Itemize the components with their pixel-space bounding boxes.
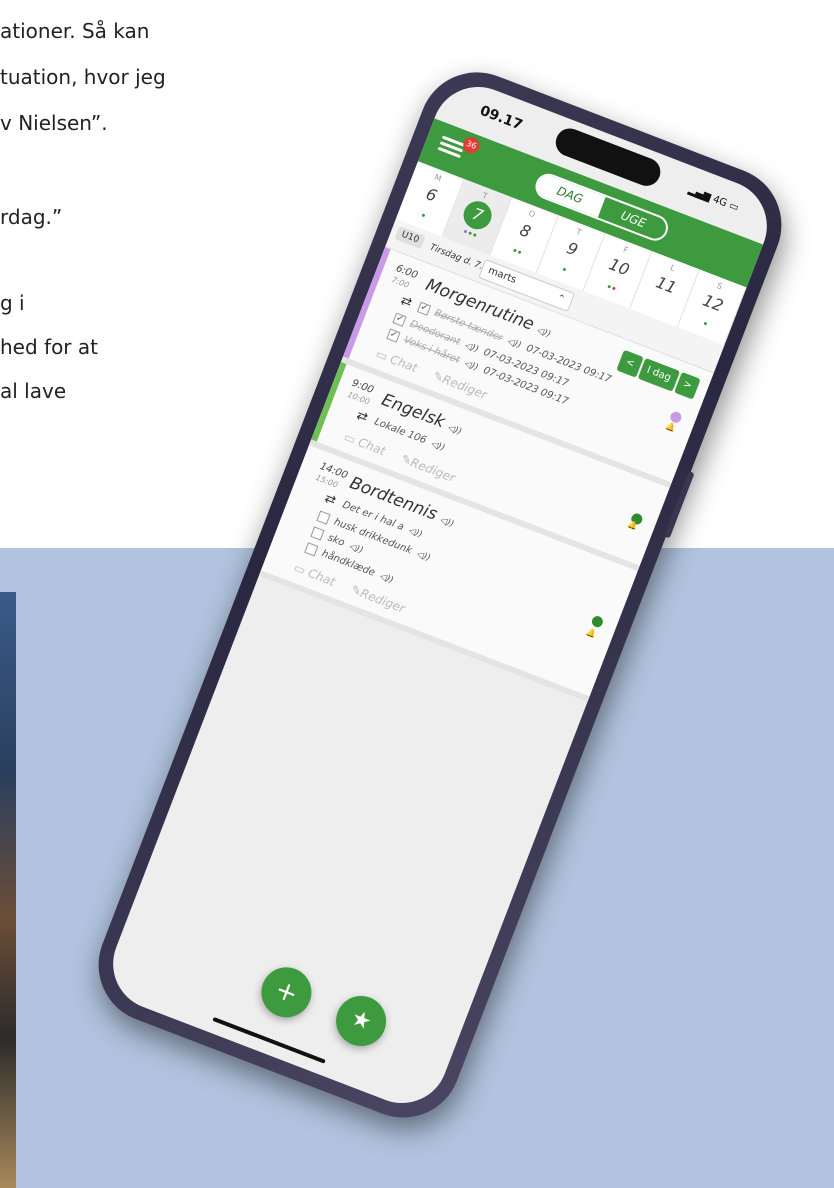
bg-line: rdag.” [0, 205, 63, 229]
event-dot [468, 231, 473, 236]
event-dot [611, 286, 616, 291]
signal-indicator: ▂▄▆ 4G ▭ [686, 184, 741, 214]
repeat-icon: ⇄ [398, 292, 415, 311]
event-dot [607, 284, 611, 289]
event-dot [703, 321, 708, 326]
speaker-icon[interactable]: ◁)) [446, 423, 463, 437]
item-checkbox[interactable] [310, 526, 325, 541]
speaker-icon[interactable]: ◁)) [535, 326, 552, 340]
item-checkbox[interactable]: ✓ [416, 301, 432, 316]
bg-line: g i [0, 291, 25, 315]
item-checkbox[interactable] [316, 510, 331, 525]
repeat-icon: ⇄ [354, 407, 370, 426]
speaker-icon[interactable]: ◁)) [348, 541, 365, 555]
event-dot [421, 213, 426, 218]
notification-badge: 36 [460, 134, 482, 156]
item-checkbox[interactable]: ✓ [392, 312, 407, 327]
item-checkbox[interactable] [304, 542, 319, 557]
speaker-icon[interactable]: ◁)) [378, 571, 395, 585]
add-button[interactable]: + [254, 960, 319, 1025]
chat-label: Chat [356, 435, 388, 459]
speaker-icon[interactable]: ◁)) [439, 515, 456, 529]
status-time: 09.17 [477, 102, 525, 134]
edit-label: Rediger [440, 372, 490, 402]
event-times: 6:00 7:00 [390, 263, 419, 293]
chat-button[interactable]: ▭ Chat [292, 560, 337, 589]
chat-label: Chat [306, 565, 338, 589]
speaker-icon[interactable]: ◁)) [463, 340, 480, 354]
event-times: 9:00 10:00 [346, 378, 376, 409]
chat-icon: ▭ [373, 346, 390, 364]
speaker-icon[interactable]: ◁)) [463, 358, 480, 372]
bg-line: al lave [0, 379, 67, 403]
event-dot [562, 267, 567, 272]
favorite-button[interactable]: ★ [328, 988, 394, 1054]
chat-icon: ▭ [291, 560, 308, 578]
repeat-icon: ⇄ [322, 490, 339, 509]
event-dot [463, 229, 468, 234]
chat-icon: ▭ [342, 429, 358, 447]
chat-label: Chat [388, 352, 420, 376]
bg-line: hed for at [0, 335, 98, 359]
event-dot [513, 248, 518, 253]
bg-line: v Nielsen”. [0, 111, 108, 135]
week-number: U10 [394, 225, 426, 250]
menu-icon[interactable] [437, 133, 467, 160]
item-checkbox[interactable]: ✓ [386, 328, 401, 343]
chat-button[interactable]: ▭ Chat [374, 347, 419, 376]
edit-label: Rediger [408, 455, 458, 486]
speaker-icon[interactable]: ◁)) [430, 439, 447, 453]
bg-line: ationer. Så kan [0, 19, 150, 43]
event-dot [473, 233, 478, 238]
bg-line: tuation, hvor jeg [0, 65, 166, 89]
speaker-icon[interactable]: ◁)) [415, 549, 432, 563]
photo-strip [0, 592, 16, 1188]
network-label: 4G [711, 193, 729, 210]
item-text: sko [326, 532, 347, 549]
chat-button[interactable]: ▭ Chat [342, 430, 387, 459]
speaker-icon[interactable]: ◁)) [506, 336, 523, 350]
speaker-icon[interactable]: ◁)) [407, 525, 424, 539]
event-dot [517, 250, 522, 255]
edit-label: Rediger [358, 585, 407, 616]
event-times: 14:00 15:00 [314, 461, 349, 494]
